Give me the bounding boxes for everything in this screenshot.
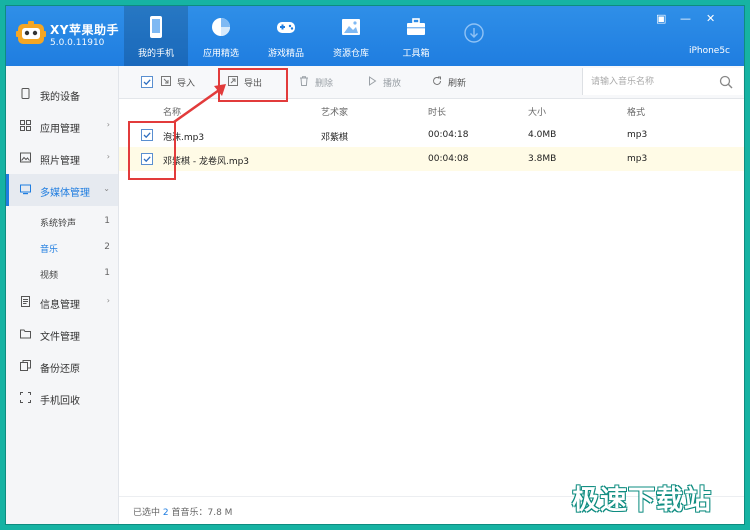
refresh-icon xyxy=(433,76,441,85)
screenshot-frame: XY苹果助手 5.0.0.11910 我的手机 应用精选 游戏精品 资源仓库 工… xyxy=(0,0,750,530)
subitem-count: 1 xyxy=(104,216,110,226)
image-gallery-icon xyxy=(342,19,360,35)
device-name[interactable]: iPhone5c xyxy=(689,46,730,56)
selection-prefix: 已选中 xyxy=(133,508,161,518)
column-size-header[interactable]: 大小 xyxy=(528,105,546,118)
cell-size: 4.0MB xyxy=(528,130,557,140)
app-title: XY苹果助手 xyxy=(50,23,119,37)
tab-label: 工具箱 xyxy=(402,49,430,59)
folder-icon xyxy=(20,329,31,339)
sidebar-item-label: 我的设备 xyxy=(40,92,80,103)
sidebar-item-label: 备份还原 xyxy=(40,364,80,375)
sidebar-item-photo-management[interactable]: 照片管理 › xyxy=(6,142,118,174)
delete-button[interactable]: 删除 xyxy=(299,66,349,98)
device-icon xyxy=(21,88,30,99)
sidebar-item-my-device[interactable]: 我的设备 xyxy=(6,78,118,110)
tab-toolbox[interactable]: 工具箱 xyxy=(384,6,448,66)
sidebar-item-label: 照片管理 xyxy=(40,156,80,167)
tab-app-picks[interactable]: 应用精选 xyxy=(189,6,253,66)
close-button[interactable]: ✕ xyxy=(706,12,715,25)
cell-format: mp3 xyxy=(627,130,648,140)
robot-logo-icon xyxy=(16,21,46,44)
chevron-right-icon: › xyxy=(106,152,110,161)
document-icon xyxy=(21,296,30,307)
chevron-down-icon: ⌄ xyxy=(103,184,110,193)
app-version: 5.0.0.11910 xyxy=(50,38,105,48)
recycle-icon xyxy=(20,392,31,403)
title-bar: XY苹果助手 5.0.0.11910 我的手机 应用精选 游戏精品 资源仓库 工… xyxy=(6,6,744,66)
subitem-count: 1 xyxy=(104,268,110,278)
watermark: 极速下载站 xyxy=(572,485,712,516)
sidebar-item-app-management[interactable]: 应用管理 › xyxy=(6,110,118,142)
sidebar: 我的设备 应用管理 › 照片管理 › 多媒体管理 ⌄ 系统铃声 1 音乐 2 视… xyxy=(6,66,119,524)
toolbox-icon xyxy=(407,18,425,35)
photo-icon xyxy=(20,152,31,163)
sidebar-item-label: 多媒体管理 xyxy=(40,188,90,199)
minimize-button[interactable]: — xyxy=(680,12,691,25)
sidebar-subitem-music[interactable]: 音乐 2 xyxy=(6,234,118,260)
tab-game-picks[interactable]: 游戏精品 xyxy=(254,6,318,66)
column-format-header[interactable]: 格式 xyxy=(627,105,645,118)
chevron-right-icon: › xyxy=(106,120,110,129)
refresh-button[interactable]: 刷新 xyxy=(432,66,482,98)
tab-label: 游戏精品 xyxy=(267,49,304,59)
sidebar-item-phone-recycle[interactable]: 手机回收 xyxy=(6,382,118,414)
backup-icon xyxy=(20,360,31,371)
sidebar-item-file-management[interactable]: 文件管理 xyxy=(6,318,118,350)
monitor-icon xyxy=(20,184,31,195)
tab-label: 应用精选 xyxy=(202,49,239,59)
cell-duration: 00:04:18 xyxy=(428,130,469,140)
delete-label: 删除 xyxy=(315,79,334,89)
grid-icon xyxy=(20,120,31,131)
subitem-label: 系统铃声 xyxy=(40,219,77,229)
cell-artist: 邓紫棋 xyxy=(321,133,349,143)
selection-summary: 已选中 2 首音乐：7.8 M xyxy=(133,505,232,518)
tab-resource-store[interactable]: 资源仓库 xyxy=(319,6,383,66)
chevron-right-icon: › xyxy=(106,296,110,305)
cell-size: 3.8MB xyxy=(528,154,557,164)
skin-button[interactable]: ▣ xyxy=(656,12,666,25)
annotation-arrow-icon xyxy=(173,84,226,124)
gamepad-icon xyxy=(277,22,295,33)
play-label: 播放 xyxy=(383,79,402,89)
tab-label: 我的手机 xyxy=(137,49,174,59)
subitem-label: 音乐 xyxy=(40,245,59,255)
search-box xyxy=(582,68,743,95)
download-icon[interactable] xyxy=(464,23,484,43)
app-pie-icon xyxy=(212,18,230,36)
cell-duration: 00:04:08 xyxy=(428,154,469,164)
subitem-label: 视频 xyxy=(40,271,59,281)
sidebar-item-label: 文件管理 xyxy=(40,332,80,343)
sidebar-item-multimedia[interactable]: 多媒体管理 ⌄ xyxy=(6,174,118,206)
search-icon[interactable] xyxy=(719,75,733,89)
play-button[interactable]: 播放 xyxy=(367,66,417,98)
sidebar-item-label: 手机回收 xyxy=(40,396,80,407)
tab-label: 资源仓库 xyxy=(332,49,369,59)
sidebar-subitem-video[interactable]: 视频 1 xyxy=(6,260,118,286)
cell-format: mp3 xyxy=(627,154,648,164)
sidebar-item-label: 应用管理 xyxy=(40,124,80,135)
refresh-label: 刷新 xyxy=(448,79,467,89)
search-input[interactable] xyxy=(589,73,713,91)
sidebar-item-info-management[interactable]: 信息管理 › xyxy=(6,286,118,318)
selection-count: 2 xyxy=(162,508,169,518)
sidebar-subitem-ringtones[interactable]: 系统铃声 1 xyxy=(6,208,118,234)
column-artist-header[interactable]: 艺术家 xyxy=(321,105,348,118)
sidebar-item-label: 信息管理 xyxy=(40,300,80,311)
phone-icon xyxy=(150,16,162,38)
app-window: XY苹果助手 5.0.0.11910 我的手机 应用精选 游戏精品 资源仓库 工… xyxy=(6,6,744,524)
trash-icon xyxy=(300,76,308,86)
selection-suffix: 首音乐：7.8 M xyxy=(171,508,233,518)
tab-my-phone[interactable]: 我的手机 xyxy=(124,6,188,66)
table-row[interactable]: 邓紫棋 - 龙卷风.mp3 00:04:08 3.8MB mp3 xyxy=(119,147,744,171)
checkmark-icon xyxy=(143,79,151,86)
select-all-checkbox[interactable] xyxy=(141,76,153,88)
play-icon xyxy=(369,76,377,86)
subitem-count: 2 xyxy=(104,242,110,252)
sidebar-item-backup-restore[interactable]: 备份还原 xyxy=(6,350,118,382)
column-duration-header[interactable]: 时长 xyxy=(428,105,446,118)
